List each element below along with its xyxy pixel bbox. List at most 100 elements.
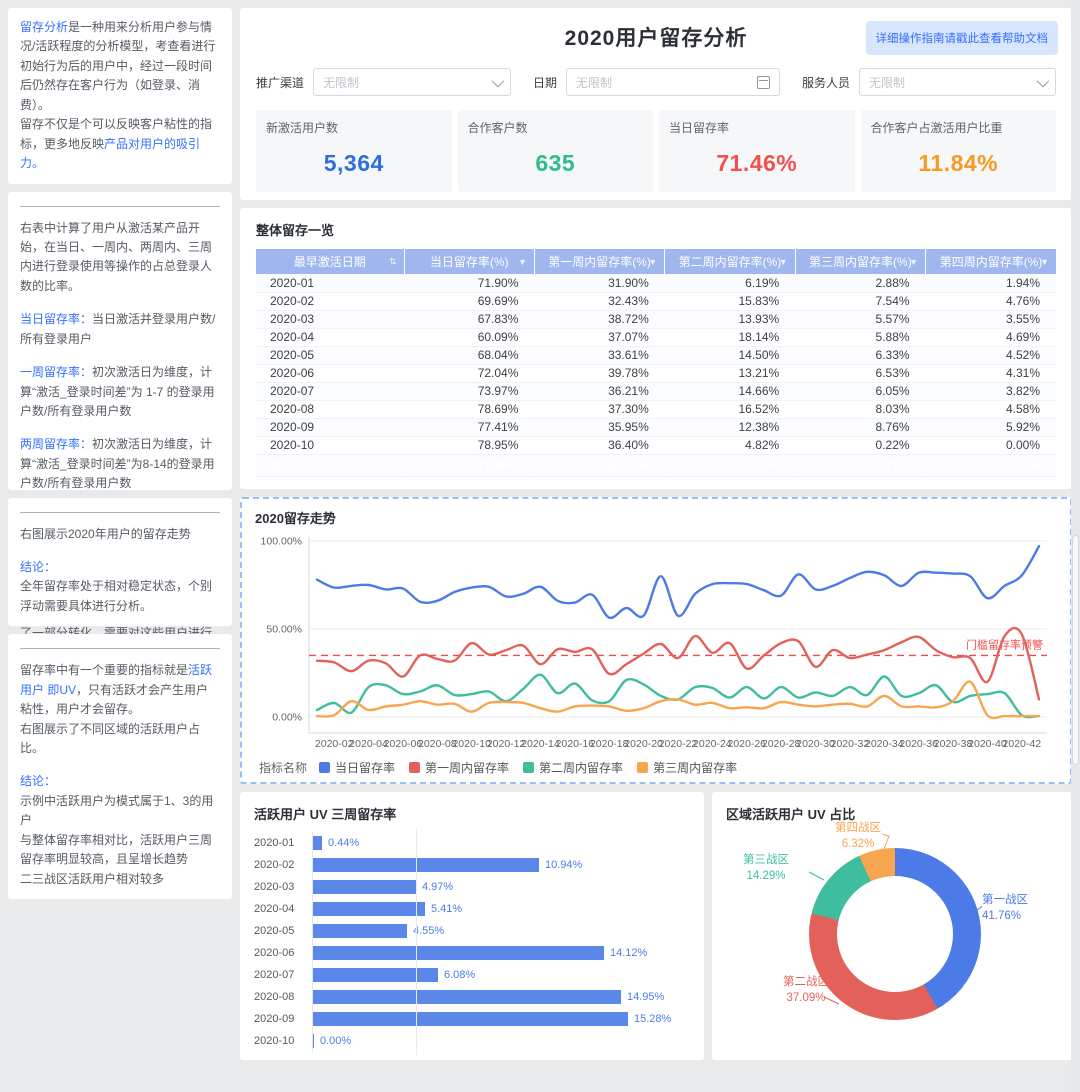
bar-category-label: 2020-05 [254,925,312,937]
retention-table: 最早激活日期⇅当日留存率(%)▼第一周内留存率(%)▼第二周内留存率(%)▼第三… [256,249,1056,477]
date-input-value: 无限制 [576,74,757,91]
table-cell: 16.52% [665,400,795,418]
svg-text:100.00%: 100.00% [261,535,302,547]
bar-row: 2020-01 0.44% [254,832,690,854]
column-header-sortable[interactable]: 最早激活日期⇅ [256,249,404,274]
bar-track: 14.12% [312,942,646,964]
bar-value-label: 15.28% [634,1013,671,1025]
svg-text:2020-02: 2020-02 [315,738,354,750]
filter-icon[interactable]: ▼ [779,257,788,267]
note-uv-conclusion: 留存率中有一个重要的指标就是活跃用户 即UV，只有活跃才会产生用户粘性，用户才会… [8,634,232,899]
note-divider [20,512,220,513]
bar-row: 2020-06 14.12% [254,942,690,964]
svg-text:2020-12: 2020-12 [487,738,526,750]
bar [313,924,407,938]
scrollbar-thumb[interactable] [1072,535,1079,765]
gridline [416,1027,417,1055]
svg-text:2020-08: 2020-08 [418,738,457,750]
table-cell: 32.43% [534,292,664,310]
bar-track: 15.28% [312,1008,646,1030]
table-cell: 12.38% [665,418,795,436]
bar-row: 2020-08 14.95% [254,986,690,1008]
kpi-value: 11.84% [871,150,1047,177]
table-cell: 4.58% [926,400,1056,418]
help-doc-button[interactable]: 详细操作指南请戳此查看帮助文档 [866,21,1059,55]
column-header-filterable[interactable]: 第一周内留存率(%)▼ [534,249,664,274]
table-cell: 2.88% [795,274,925,292]
bar-value-label: 14.95% [627,991,664,1003]
table-cell: 0.22% [795,436,925,454]
note-paragraph: 一周留存率：初次激活日为维度，计算“激活_登录时间差”为 1-7 的登录用户数/… [20,363,220,421]
column-header-filterable[interactable]: 第三周内留存率(%)▼ [795,249,925,274]
svg-text:2020-18: 2020-18 [590,738,629,750]
staff-select[interactable]: 无限制 [859,68,1056,96]
pie-label-zone3: 第三战区14.29% [728,852,804,884]
kpi-card: 新激活用户数 5,364 [256,110,452,192]
filter-icon[interactable]: ▼ [909,257,918,267]
filter-icon[interactable]: ▼ [648,257,657,267]
table-cell: 67.83% [404,310,534,328]
svg-text:2020-20: 2020-20 [624,738,663,750]
bar [313,1012,628,1026]
table-cell: 6.53% [795,364,925,382]
column-header-filterable[interactable]: 第四周内留存率(%)▼ [926,249,1056,274]
table-cell: 68.04% [404,346,534,364]
svg-text:2020-40: 2020-40 [968,738,1007,750]
column-header-filterable[interactable]: 当日留存率(%)▼ [404,249,534,274]
table-cell: 4.76% [926,292,1056,310]
table-cell: 2020-03 [256,310,404,328]
kpi-label: 新激活用户数 [266,119,442,136]
date-input[interactable]: 无限制 [566,68,780,96]
note-paragraph: 全年留存率处于相对稳定状态，个别浮动需要具体进行分析。 [20,577,220,616]
legend-item[interactable]: 当日留存率 [319,759,395,776]
svg-text:2020-34: 2020-34 [865,738,904,750]
kpi-card: 当日留存率 71.46% [659,110,855,192]
header-panel: 2020用户留存分析 详细操作指南请戳此查看帮助文档 推广渠道 无限制 日期 无… [240,8,1072,200]
note-paragraph: 结论： [20,558,220,577]
bar-category-label: 2020-10 [254,1035,312,1047]
table-cell: 3.55% [926,310,1056,328]
kpi-row: 新激活用户数 5,364合作客户数 635当日留存率 71.46%合作客户占激活… [256,110,1056,192]
table-cell: 35.95% [534,418,664,436]
trend-chart-panel: 2020留存走势 100.00%50.00%0.00%2020-022020-0… [240,497,1072,784]
sort-icon[interactable]: ⇅ [389,256,397,267]
page-scrollbar[interactable] [1071,0,1080,1092]
bar [313,1034,314,1048]
chevron-down-icon [1037,74,1050,87]
bar-category-label: 2020-07 [254,969,312,981]
bar-category-label: 2020-01 [254,837,312,849]
table-cell: 2020-09 [256,418,404,436]
table-row: 2020-0269.69%32.43%15.83%7.54%4.76% [256,292,1056,310]
bar [313,990,621,1004]
note-divider [20,648,220,649]
table-cell: 37.30% [534,400,664,418]
filter-icon[interactable]: ▼ [1040,257,1049,267]
table-cell: 13.21% [665,364,795,382]
legend-swatch [319,762,330,773]
trend-line-svg: 100.00%50.00%0.00%2020-022020-042020-062… [255,531,1057,757]
bar [313,946,604,960]
table-cell: 13.93% [665,310,795,328]
pie-label-zone2: 第二战区37.09% [768,974,844,1006]
bar-category-label: 2020-09 [254,1013,312,1025]
table-total-cell: 合计 [256,454,404,476]
channel-select[interactable]: 无限制 [313,68,511,96]
legend-item[interactable]: 第二周内留存率 [523,759,623,776]
column-header-filterable[interactable]: 第二周内留存率(%)▼ [665,249,795,274]
svg-text:2020-30: 2020-30 [796,738,835,750]
filter-staff-label: 服务人员 [802,74,850,91]
legend-item[interactable]: 第三周内留存率 [637,759,737,776]
bar-category-label: 2020-03 [254,881,312,893]
bar-value-label: 0.00% [320,1035,351,1047]
table-cell: 0.00% [926,436,1056,454]
svg-text:2020-16: 2020-16 [556,738,595,750]
table-cell: 4.69% [926,328,1056,346]
note-paragraph: 与整体留存率相对比，活跃用户三周留存率明显较高，且呈增长趋势 [20,831,220,870]
bar-track: 0.44% [312,832,646,854]
filter-icon[interactable]: ▼ [518,257,527,267]
legend-item[interactable]: 第一周内留存率 [409,759,509,776]
table-row: 2020-0568.04%33.61%14.50%6.33%4.52% [256,346,1056,364]
note-retention-intro: 留存分析是一种用来分析用户参与情况/活跃程度的分析模型，考查看进行初始行为后的用… [8,8,232,184]
uv-bar-chart: 2020-01 0.44% 2020-02 10.94% 2020-03 4.9… [254,832,690,1052]
table-cell: 31.90% [534,274,664,292]
